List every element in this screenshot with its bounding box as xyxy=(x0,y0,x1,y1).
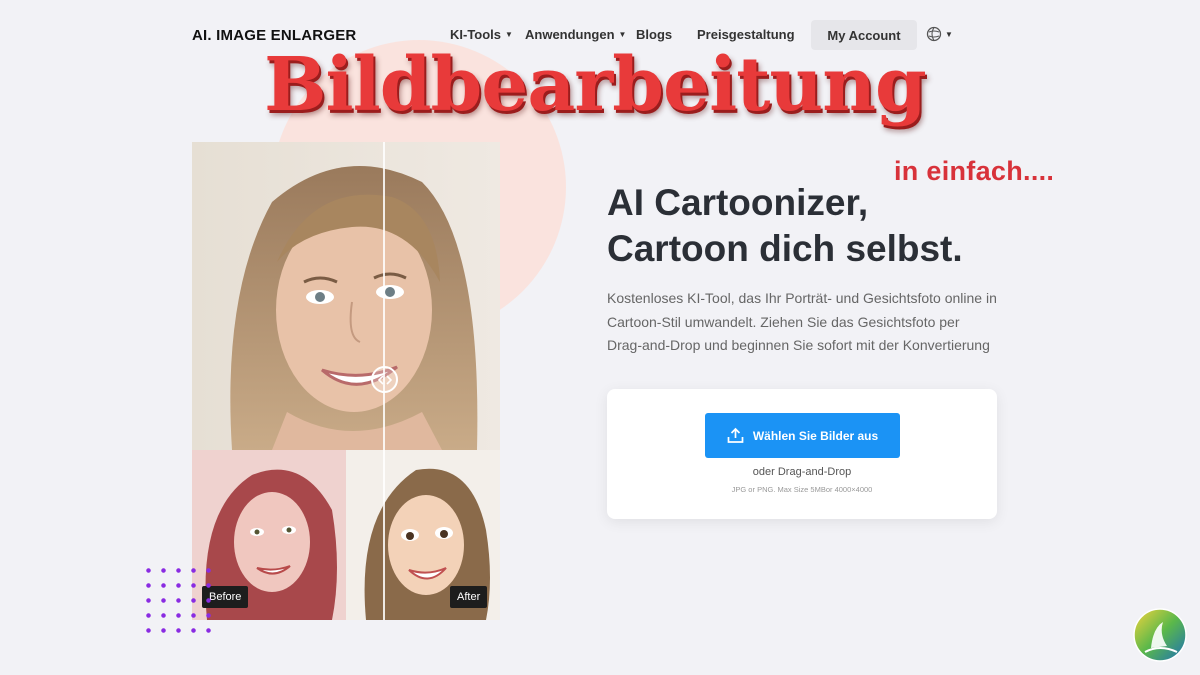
page-title: AI Cartoonizer, Cartoon dich selbst. xyxy=(607,180,963,272)
caret-down-icon: ▼ xyxy=(505,30,513,39)
decorative-dot-grid xyxy=(141,563,221,639)
caret-down-icon: ▼ xyxy=(618,30,627,39)
nav-item-ki-tools[interactable]: KI-Tools ▼ xyxy=(450,27,513,42)
nav-item-label: Preisgestaltung xyxy=(697,27,795,42)
slider-handle-icon[interactable] xyxy=(371,366,398,393)
select-images-label: Wählen Sie Bilder aus xyxy=(752,428,879,443)
upload-icon xyxy=(727,427,744,443)
nav-item-label: Anwendungen xyxy=(525,27,615,42)
drag-drop-text: oder Drag-and-Drop xyxy=(752,466,852,478)
upload-dropzone[interactable]: Wählen Sie Bilder aus oder Drag-and-Drop… xyxy=(607,389,997,519)
channel-logo-icon xyxy=(1133,608,1187,662)
overlay-title: Bildbearbeitung xyxy=(264,42,927,128)
select-images-button[interactable]: Wählen Sie Bilder aus xyxy=(705,413,900,458)
caret-down-icon: ▼ xyxy=(945,29,953,39)
nav-item-anwendungen[interactable]: Anwendungen ▼ xyxy=(525,27,626,42)
portrait-photo xyxy=(192,142,500,450)
nav-item-preisgestaltung[interactable]: Preisgestaltung xyxy=(697,27,795,42)
hero-description: Kostenloses KI-Tool, das Ihr Porträt- un… xyxy=(607,290,997,353)
nav-item-label: KI-Tools xyxy=(450,27,502,42)
language-selector[interactable]: ▼ xyxy=(926,26,953,42)
nav-item-blogs[interactable]: Blogs xyxy=(636,27,672,42)
drag-arrows-icon xyxy=(377,374,392,385)
after-label: After xyxy=(450,586,488,608)
before-after-comparison[interactable]: Before After xyxy=(192,142,500,620)
nav-item-label: Blogs xyxy=(636,27,673,42)
file-constraints-text: JPG or PNG. Max Size 5MBor 4000×4000 xyxy=(731,485,873,494)
headline-line-2: Cartoon dich selbst. xyxy=(607,228,963,269)
language-globe-icon xyxy=(926,26,942,42)
headline-line-1: AI Cartoonizer, xyxy=(607,182,869,223)
